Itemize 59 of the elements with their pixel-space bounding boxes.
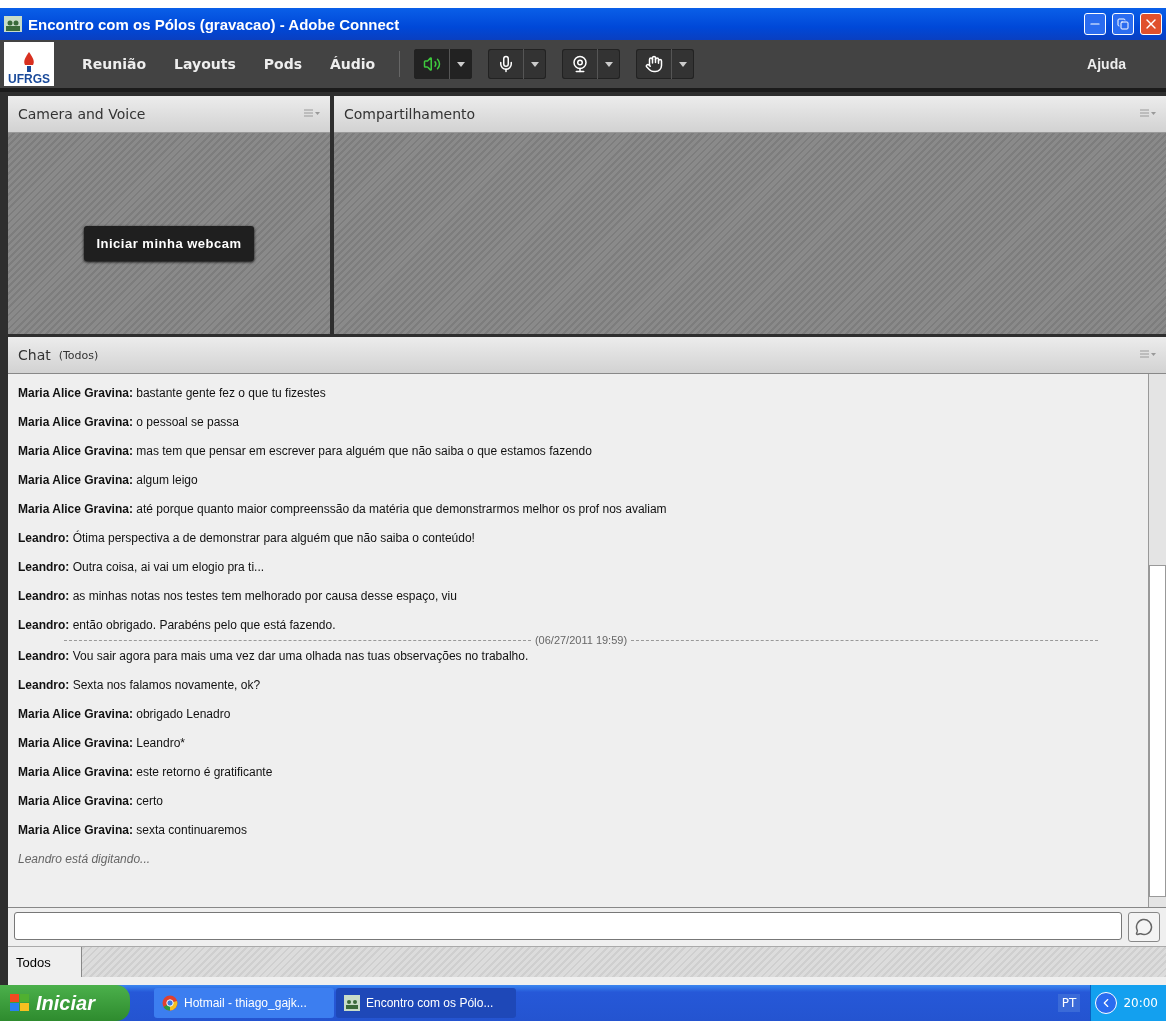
device-button[interactable] [636,49,695,79]
chat-input[interactable] [14,912,1122,940]
pod-title: Compartilhamento [344,106,477,122]
show-hidden-icons-button[interactable] [1095,992,1118,1014]
chat-message: Maria Alice Gravina: mas tem que pensar em escrever para alguém que não saiba o que estamos fazendo [18,442,593,460]
taskbar-button[interactable]: Encontro com os Pólo... [336,988,516,1018]
caret-icon [605,61,614,67]
menu-item[interactable]: Reunião [68,56,161,72]
close-button[interactable] [1140,13,1162,35]
send-button[interactable] [1128,912,1160,942]
typing-indicator: Leandro está digitando... [18,850,152,868]
caret-icon [457,61,466,67]
chat-message: Leandro: as minhas notas nos testes tem melhorado por causa desse espaço, viu [18,587,458,605]
chat-message: Maria Alice Gravina: até porque quanto maior compreenssão da matéria que demonstrarmos melhor os prof nos avaliam [18,500,668,518]
app-icon [4,16,22,32]
caret-icon [679,61,688,67]
clock: 20:00 [1123,996,1158,1010]
chat-scope: (Todos) [58,348,100,362]
restore-button[interactable] [1112,13,1134,35]
chat-message: Maria Alice Gravina: sexta continuaremos [18,821,248,839]
chat-message: Leandro: Ótima perspectiva a de demonstrar para alguém que não saiba o conteúdo! [18,529,476,547]
pod-title: Camera and Voice [18,106,147,122]
timestamp: (06/27/2011 19:59) [534,634,628,646]
chat-message: Maria Alice Gravina: algum leigo [18,471,199,489]
menu-item[interactable]: Áudio [316,56,390,72]
caret-icon [531,61,540,67]
device-button[interactable] [414,49,473,79]
pod-title: Chat [18,347,51,363]
taskbar-button[interactable]: Hotmail - thiago_gajk... [154,988,334,1018]
chat-message: Maria Alice Gravina: obrigado Lenadro [18,705,232,723]
flame-icon [22,52,36,72]
scrollbar[interactable] [1148,374,1166,907]
chat-message: Maria Alice Gravina: este retorno é gratificante [18,763,274,781]
help-menu[interactable]: Ajuda [1081,55,1132,73]
minimize-button[interactable] [1084,13,1106,35]
chat-message: Leandro: Outra coisa, ai vai um elogio pra ti... [18,558,266,576]
webcam-icon [570,55,589,73]
window-title: Encontro com os Pólos (gravacao) - Adobe Connect [28,15,401,33]
chat-message: Maria Alice Gravina: certo [18,792,164,810]
app-icon [344,995,360,1011]
restore-icon [1117,18,1129,30]
speaker-icon [422,55,441,73]
chat-message: Leandro: então obrigado. Parabéns pelo que está fazendo. [18,616,337,634]
raised-hand-icon [644,55,663,73]
chat-message: Leandro: Sexta nos falamos novamente, ok? [18,676,262,694]
chat-tab[interactable]: Todos [8,947,82,977]
language-indicator[interactable]: PT [1057,994,1081,1012]
device-button[interactable] [562,49,621,79]
start-webcam-button[interactable]: Iniciar minha webcam [84,226,254,261]
logo-text: UFRGS [8,72,50,86]
speech-bubble-icon [1135,918,1153,936]
chat-message: Maria Alice Gravina: Leandro* [18,734,186,752]
chat-message: Maria Alice Gravina: bastante gente fez o que tu fizestes [18,384,327,402]
menu-item[interactable]: Pods [249,56,316,72]
windows-logo-icon [10,994,30,1012]
device-button[interactable] [488,49,547,79]
menu-item[interactable]: Layouts [160,56,250,72]
chat-message: Maria Alice Gravina: o pessoal se passa [18,413,240,431]
browser-icon [162,995,178,1011]
